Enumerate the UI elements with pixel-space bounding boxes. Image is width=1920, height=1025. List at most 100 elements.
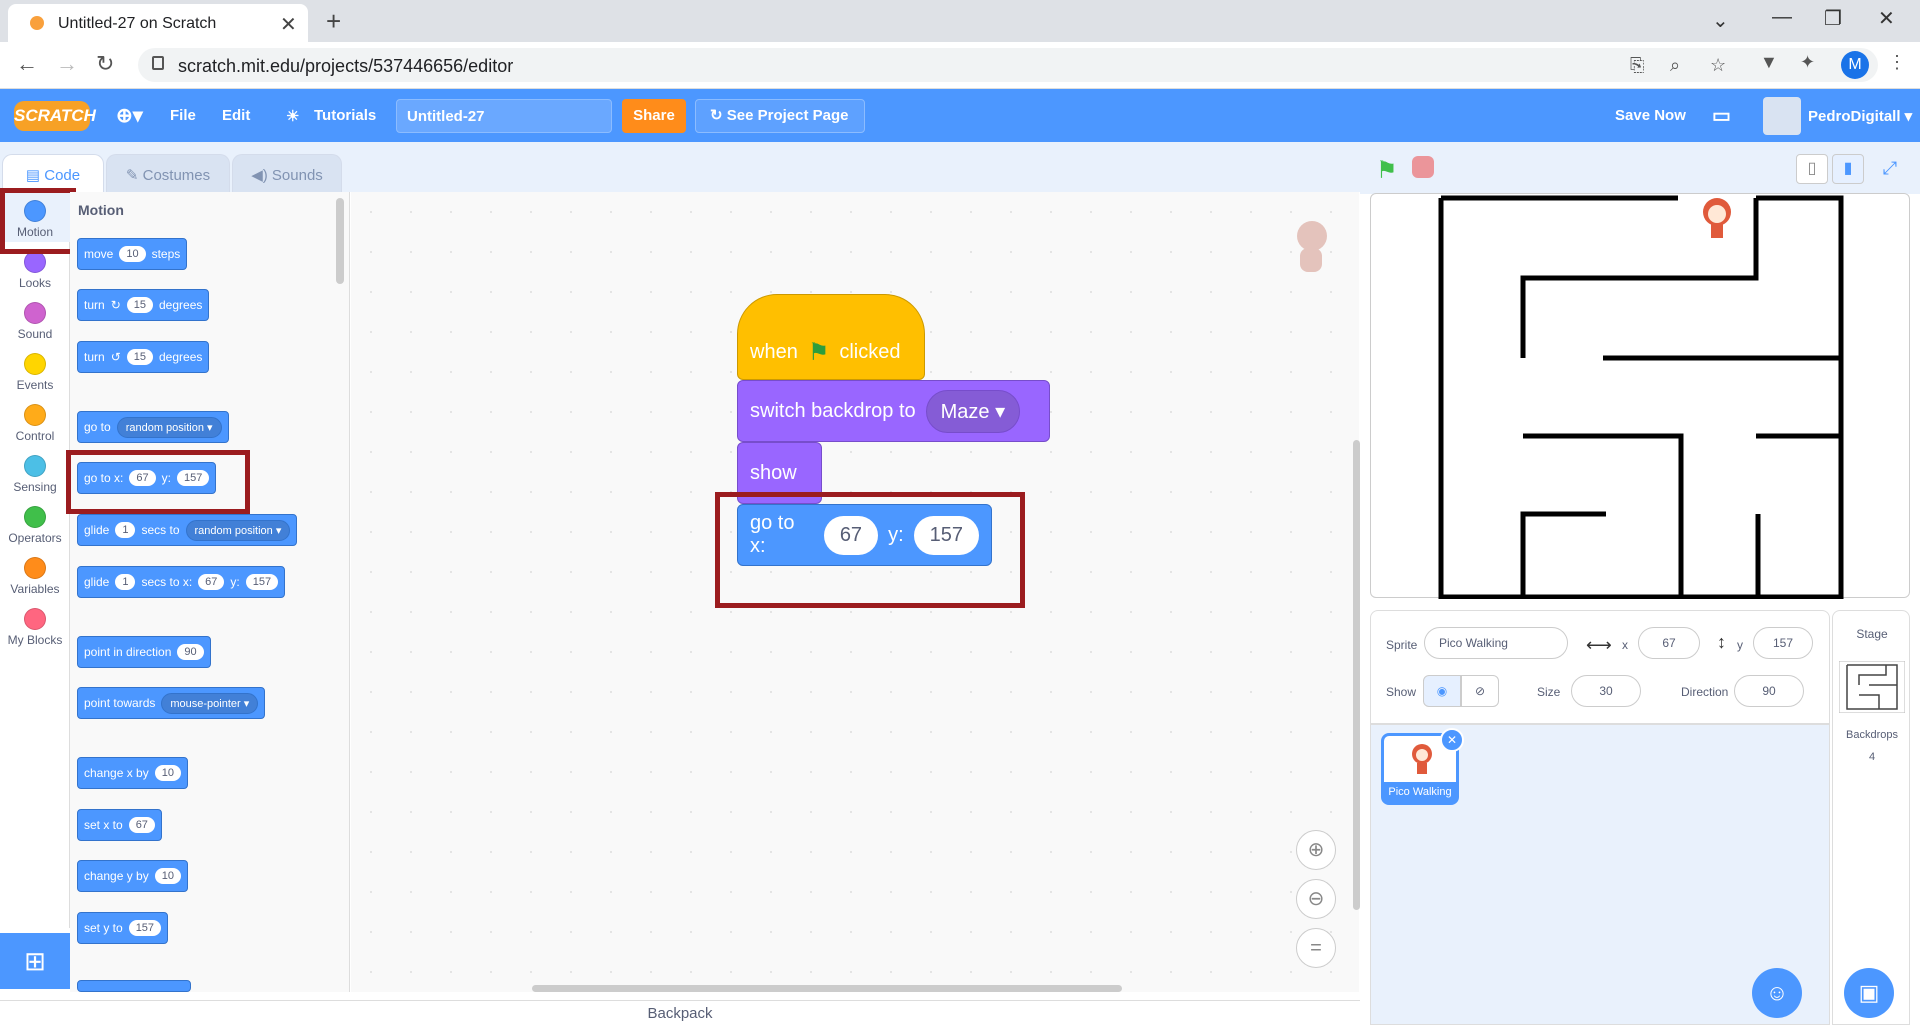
- tab-sounds[interactable]: ◀) Sounds: [232, 154, 342, 192]
- share-button[interactable]: Share: [622, 99, 686, 133]
- profile-avatar[interactable]: M: [1841, 51, 1869, 79]
- category-sound[interactable]: Sound: [0, 294, 70, 344]
- set-x-block[interactable]: set x to 67: [77, 809, 162, 841]
- script-vscrollbar[interactable]: [1353, 440, 1360, 910]
- folder-icon[interactable]: ▭: [1712, 103, 1731, 128]
- category-sensing[interactable]: Sensing: [0, 447, 70, 497]
- speaker-icon: ◀): [251, 167, 272, 184]
- omnibox[interactable]: scratch.mit.edu/projects/537446656/edito…: [138, 48, 1878, 82]
- towards-dropdown[interactable]: mouse-pointer ▾: [161, 692, 259, 714]
- fullscreen-icon[interactable]: ⤢: [1874, 154, 1906, 184]
- set-y-block[interactable]: set y to 157: [77, 912, 169, 944]
- extension-icon[interactable]: ▼: [1760, 52, 1778, 73]
- forward-icon[interactable]: →: [56, 51, 78, 77]
- close-window-icon[interactable]: ✕: [1878, 6, 1895, 31]
- zoom-reset-icon[interactable]: =: [1296, 928, 1336, 968]
- steps-input[interactable]: 10: [119, 246, 146, 262]
- stop-icon[interactable]: [1412, 156, 1434, 178]
- tab-costumes[interactable]: ✎ Costumes: [106, 154, 230, 192]
- normal-stage-icon[interactable]: ▮: [1832, 154, 1864, 184]
- y-position-input[interactable]: 157: [1753, 627, 1813, 659]
- puzzle-icon[interactable]: ✦: [1800, 52, 1815, 73]
- tab-search-icon[interactable]: ⌄: [1712, 8, 1729, 33]
- menu-kebab-icon[interactable]: ⋮: [1888, 52, 1906, 73]
- set-y-input[interactable]: 157: [128, 920, 162, 936]
- category-events[interactable]: Events: [0, 345, 70, 395]
- size-input[interactable]: 30: [1571, 675, 1641, 707]
- category-my-blocks[interactable]: My Blocks: [0, 600, 70, 650]
- backdrop-dropdown[interactable]: Maze ▾: [925, 389, 1021, 433]
- glide-to-block[interactable]: glide 1 secs to random position ▾: [77, 514, 298, 546]
- degrees-input[interactable]: 15: [126, 297, 153, 313]
- bookmark-star-icon[interactable]: ☆: [1710, 55, 1726, 76]
- direction-input[interactable]: 90: [1734, 675, 1804, 707]
- category-variables[interactable]: Variables: [0, 549, 70, 599]
- tutorials-menu[interactable]: Tutorials: [314, 107, 376, 124]
- switch-backdrop-block[interactable]: switch backdrop to Maze ▾: [737, 380, 1050, 442]
- minimize-icon[interactable]: —: [1772, 6, 1792, 29]
- see-project-page-button[interactable]: ↻ See Project Page: [695, 99, 865, 133]
- category-operators[interactable]: Operators: [0, 498, 70, 548]
- edit-menu[interactable]: Edit: [222, 107, 250, 124]
- point-towards-block[interactable]: point towards mouse-pointer ▾: [77, 687, 266, 719]
- move-steps-block[interactable]: move 10 steps: [77, 238, 188, 270]
- scratch-logo[interactable]: SCRATCH: [14, 101, 96, 131]
- project-title-input[interactable]: Untitled-27: [396, 99, 612, 133]
- reload-icon[interactable]: ↻: [96, 51, 114, 77]
- back-icon[interactable]: ←: [16, 51, 38, 77]
- green-flag-icon[interactable]: ⚑: [1376, 156, 1398, 185]
- x-position-input[interactable]: 67: [1638, 627, 1700, 659]
- glide-xy-block[interactable]: glide 1 secs to x: 67 y: 157: [77, 566, 286, 598]
- stage-canvas[interactable]: [1370, 193, 1910, 600]
- tab-sounds-label: Sounds: [271, 167, 323, 184]
- turn-left-block[interactable]: turn ↺ 15 degrees: [77, 341, 210, 373]
- user-avatar[interactable]: [1763, 97, 1801, 135]
- zoom-in-icon[interactable]: ⊕: [1296, 830, 1336, 870]
- secs-input[interactable]: 1: [115, 574, 136, 590]
- degrees-input[interactable]: 15: [126, 349, 153, 365]
- choose-sprite-button[interactable]: ☺: [1752, 968, 1802, 1018]
- show-hidden-eye-icon[interactable]: ⊘: [1461, 675, 1499, 707]
- maximize-icon[interactable]: ❐: [1824, 6, 1842, 31]
- language-globe-icon[interactable]: ⊕▾: [116, 103, 143, 128]
- go-to-block[interactable]: go to random position ▾: [77, 411, 229, 443]
- block-text: switch backdrop to: [750, 399, 916, 422]
- backpack-bar[interactable]: Backpack: [0, 1000, 1360, 1025]
- stage-target-pane[interactable]: Stage Backdrops 4: [1832, 610, 1910, 1025]
- when-flag-clicked-hat-block[interactable]: when ⚑ clicked: [737, 294, 925, 380]
- new-tab-icon[interactable]: +: [326, 6, 341, 37]
- zoom-icon[interactable]: ⌕: [1670, 55, 1680, 76]
- script-hscrollbar[interactable]: [532, 985, 1122, 992]
- translate-icon[interactable]: ⎘: [1630, 55, 1644, 76]
- tab-code[interactable]: ▤ Code: [2, 154, 104, 192]
- zoom-out-icon[interactable]: ⊖: [1296, 879, 1336, 919]
- direction-input[interactable]: 90: [177, 644, 204, 660]
- save-now-button[interactable]: Save Now: [1615, 107, 1686, 124]
- glide-dropdown[interactable]: random position ▾: [185, 519, 291, 541]
- goto-dropdown[interactable]: random position ▾: [116, 416, 222, 438]
- turn-right-block[interactable]: turn ↻ 15 degrees: [77, 289, 210, 321]
- x-input[interactable]: 67: [198, 574, 225, 590]
- sprite-name-input[interactable]: Pico Walking: [1424, 627, 1568, 659]
- delete-sprite-icon[interactable]: ✕: [1440, 728, 1464, 752]
- palette-scrollbar[interactable]: [336, 198, 344, 284]
- browser-tab[interactable]: Untitled-27 on Scratch ✕: [8, 4, 308, 42]
- secs-input[interactable]: 1: [115, 522, 136, 538]
- set-x-input[interactable]: 67: [128, 817, 155, 833]
- change-y-input[interactable]: 10: [154, 868, 181, 884]
- change-y-block[interactable]: change y by 10: [77, 860, 188, 892]
- file-menu[interactable]: File: [170, 107, 196, 124]
- partial-block[interactable]: [77, 980, 191, 992]
- username-menu[interactable]: PedroDigitall ▾: [1808, 107, 1912, 125]
- small-stage-icon[interactable]: ▯: [1796, 154, 1828, 184]
- category-control[interactable]: Control: [0, 396, 70, 446]
- change-x-block[interactable]: change x by 10: [77, 757, 188, 789]
- add-extension-button[interactable]: ⊞: [0, 933, 70, 989]
- choose-backdrop-button[interactable]: ▣: [1844, 968, 1894, 1018]
- change-x-input[interactable]: 10: [154, 765, 181, 781]
- y-input[interactable]: 157: [245, 574, 279, 590]
- close-tab-icon[interactable]: ✕: [280, 12, 297, 37]
- point-direction-block[interactable]: point in direction 90: [77, 636, 211, 668]
- category-label: Operators: [8, 531, 62, 545]
- show-visible-eye-icon[interactable]: ◉: [1423, 675, 1461, 707]
